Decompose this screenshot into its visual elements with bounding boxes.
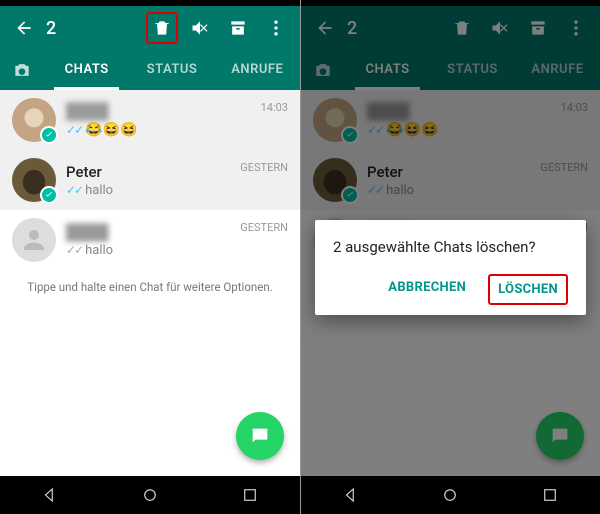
read-ticks-icon: ✓✓ [367,123,383,137]
confirm-delete-button[interactable]: LÖSCHEN [488,274,568,305]
chat-preview: ✓✓hallo [66,243,230,258]
chat-item[interactable]: Peter ✓✓hallo GESTERN [0,150,300,210]
chat-time: GESTERN [240,161,288,174]
more-menu-icon[interactable] [560,12,592,44]
chat-preview: ✓✓hallo [367,183,530,198]
nav-recent-icon[interactable] [525,476,575,514]
nav-recent-icon[interactable] [225,476,275,514]
read-ticks-icon: ✓✓ [367,183,383,197]
selection-check-icon [40,186,58,204]
app-header: 2 CHATS STATUS ANRUFE [0,6,300,90]
phone-screenshot-left: 2 CHATS STATUS ANRUFE [0,0,300,514]
mute-icon[interactable] [184,12,216,44]
chat-name: ████ [66,102,251,120]
chat-time: 14:03 [561,101,588,114]
android-nav-bar [301,476,600,514]
selection-check-icon [341,186,359,204]
cancel-button[interactable]: ABBRECHEN [380,274,474,305]
nav-back-icon[interactable] [326,476,376,514]
chat-name: Peter [66,163,230,181]
tab-status[interactable]: STATUS [430,50,515,90]
avatar [12,218,56,262]
selection-check-icon [341,126,359,144]
selection-count: 2 [347,18,357,39]
chat-time: 14:03 [261,101,288,114]
tab-calls[interactable]: ANRUFE [515,50,600,90]
read-ticks-icon: ✓✓ [66,183,82,197]
archive-icon[interactable] [522,12,554,44]
mute-icon[interactable] [484,12,516,44]
back-arrow-icon[interactable] [309,12,341,44]
chat-item[interactable]: ████ ✓✓hallo GESTERN [0,210,300,270]
tab-chats[interactable]: CHATS [345,50,430,90]
phone-screenshot-right: 2 CHATS STATUS ANRUFE ████ ✓✓😂😆😆 14:03 Pe… [300,0,600,514]
nav-home-icon[interactable] [125,476,175,514]
tab-status[interactable]: STATUS [129,50,214,90]
sent-ticks-icon: ✓✓ [66,243,82,257]
chat-name: ████ [66,223,230,241]
delete-dialog: 2 ausgewählte Chats löschen? ABBRECHEN L… [315,220,586,315]
nav-home-icon[interactable] [425,476,475,514]
selection-count: 2 [46,18,56,39]
delete-icon[interactable] [146,12,178,44]
nav-back-icon[interactable] [25,476,75,514]
tab-calls[interactable]: ANRUFE [215,50,300,90]
chat-preview: ✓✓hallo [66,183,230,198]
delete-icon[interactable] [446,12,478,44]
chat-item[interactable]: ████ ✓✓😂😆😆 14:03 [301,90,600,150]
chat-preview: ✓✓😂😆😆 [66,122,251,138]
new-chat-fab[interactable] [536,412,584,460]
chat-time: GESTERN [540,161,588,174]
app-header: 2 CHATS STATUS ANRUFE [301,6,600,90]
tabs-bar: CHATS STATUS ANRUFE [0,50,300,90]
new-chat-fab[interactable] [236,412,284,460]
android-nav-bar [0,476,300,514]
back-arrow-icon[interactable] [8,12,40,44]
more-menu-icon[interactable] [260,12,292,44]
tab-chats[interactable]: CHATS [44,50,129,90]
chat-name: Peter [367,163,530,181]
camera-tab-icon[interactable] [0,60,44,80]
chat-item[interactable]: ████ ✓✓😂😆😆 14:03 [0,90,300,150]
selection-check-icon [40,126,58,144]
chat-item[interactable]: Peter ✓✓hallo GESTERN [301,150,600,210]
chat-name: ████ [367,102,551,120]
camera-tab-icon[interactable] [301,60,345,80]
dialog-title: 2 ausgewählte Chats löschen? [333,238,568,256]
hint-text: Tippe und halte einen Chat für weitere O… [0,270,300,304]
chat-list-area: ████ ✓✓😂😆😆 14:03 Peter ✓✓hallo GESTERN [0,90,300,476]
chat-preview: ✓✓😂😆😆 [367,122,551,138]
chat-time: GESTERN [240,221,288,234]
archive-icon[interactable] [222,12,254,44]
read-ticks-icon: ✓✓ [66,123,82,137]
tabs-bar: CHATS STATUS ANRUFE [301,50,600,90]
